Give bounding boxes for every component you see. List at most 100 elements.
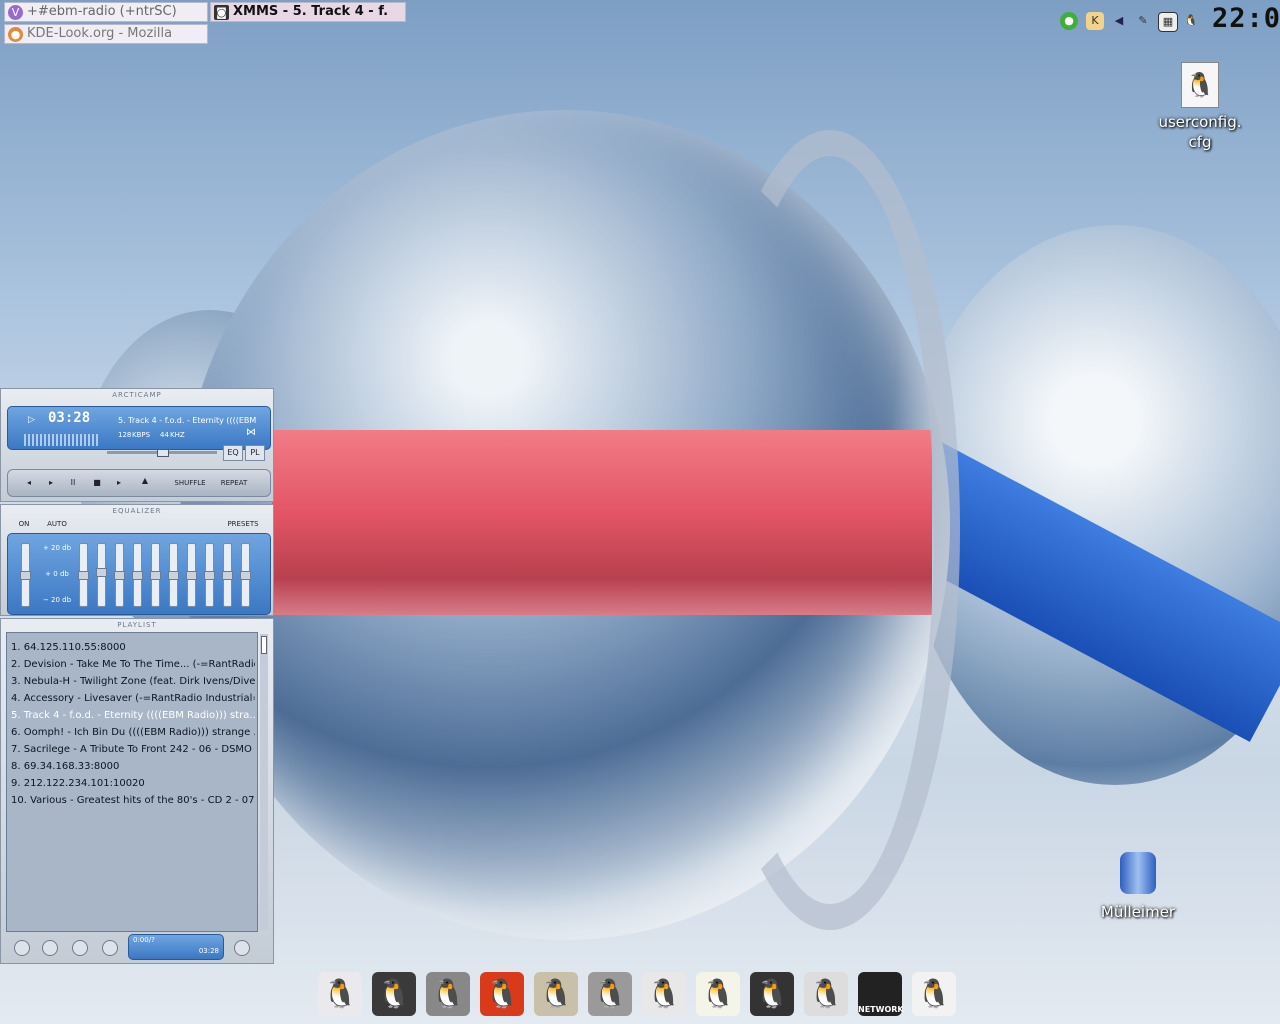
playlist-title[interactable]: PLAYLIST	[1, 619, 273, 631]
playlist-item[interactable]: 6. Oomph! - Ich Bin Du ((((EBM Radio))) …	[7, 724, 255, 741]
eq-band-slider[interactable]	[240, 543, 251, 607]
playlist-item[interactable]: 7. Sacrilege - A Tribute To Front 242 - …	[7, 741, 255, 758]
eq-band-slider[interactable]	[204, 543, 215, 607]
tux-icon[interactable]: 🐧	[1182, 12, 1200, 30]
tux-movie-icon[interactable]: 🐧	[750, 972, 794, 1016]
playlist-item[interactable]: 9. 212.122.234.101:10020	[7, 775, 255, 792]
select-button[interactable]	[72, 940, 88, 956]
file-tux-icon: 🐧	[1181, 62, 1219, 108]
playlist-mini-time: 03:28	[198, 947, 219, 955]
eq-toggle-button[interactable]: EQ	[223, 445, 243, 461]
slider-knob[interactable]	[168, 571, 179, 580]
tux-news-icon[interactable]: 🐧	[696, 972, 740, 1016]
misc-button[interactable]	[102, 940, 118, 956]
eq-band-slider[interactable]	[78, 543, 89, 607]
slider-knob[interactable]	[222, 571, 233, 580]
control-bar: ◂ ▸ II ■ ▸ ▲ SHUFFLE REPEAT	[7, 469, 271, 497]
add-button[interactable]	[14, 940, 30, 956]
slider-knob[interactable]	[150, 571, 161, 580]
seek-knob[interactable]	[157, 449, 169, 457]
pager-icon[interactable]: ▦	[1158, 12, 1178, 32]
playlist-item[interactable]: 10. Various - Greatest hits of the 80's …	[7, 792, 255, 809]
connection-icon[interactable]: ✎	[1134, 12, 1152, 30]
volume-icon[interactable]: ◀	[1110, 12, 1128, 30]
xmms-main-window[interactable]: ARCTICAMP ▷ 03:28 5. Track 4 - f.o.d. - …	[0, 388, 274, 502]
tux-download-icon[interactable]: 🐧	[804, 972, 848, 1016]
playlist-item[interactable]: 3. Nebula-H - Twilight Zone (feat. Dirk …	[7, 673, 255, 690]
eq-band-slider[interactable]	[132, 543, 143, 607]
playlist-item[interactable]: 5. Track 4 - f.o.d. - Eternity ((((EBM R…	[7, 707, 255, 724]
song-title: 5. Track 4 - f.o.d. - Eternity ((((EBM	[118, 416, 257, 425]
skin-title[interactable]: ARCTICAMP	[1, 389, 273, 401]
playlist-counter: 0:00/?	[133, 936, 155, 944]
slider-knob[interactable]	[20, 571, 31, 580]
playlist-item[interactable]: 2. Devision - Take Me To The Time... (-=…	[7, 656, 255, 673]
list-options-button[interactable]	[234, 940, 250, 956]
tux-terminal-icon[interactable]: 🐧	[372, 972, 416, 1016]
tux-mail-icon[interactable]: 🐧	[534, 972, 578, 1016]
tux-apple-icon[interactable]: 🐧	[318, 972, 362, 1016]
playlist-scroll-thumb[interactable]	[261, 636, 267, 654]
playlist-footer: 0:00/? 03:28	[10, 934, 268, 962]
stop-button[interactable]: ■	[90, 476, 104, 490]
playlist-item[interactable]: 4. Accessory - Livesaver (-=RantRadio In…	[7, 690, 255, 707]
eq-band-slider[interactable]	[96, 543, 107, 607]
slider-knob[interactable]	[186, 571, 197, 580]
network-label: NETWORK	[858, 1005, 904, 1014]
slider-knob[interactable]	[78, 571, 89, 580]
tux-fire-icon[interactable]: 🐧	[480, 972, 524, 1016]
eq-title[interactable]: EQUALIZER	[1, 505, 273, 517]
seek-bar[interactable]	[107, 449, 217, 457]
play-state-icon: ▷	[28, 415, 35, 425]
shuffle-button[interactable]: SHUFFLE	[168, 476, 212, 490]
eq-band-slider[interactable]	[222, 543, 233, 607]
tux-plain-icon[interactable]: 🐧	[912, 972, 956, 1016]
playlist-item[interactable]: 1. 64.125.110.55:8000	[7, 639, 255, 656]
eq-band-slider[interactable]	[168, 543, 179, 607]
task-xmms[interactable]: ◙ XMMS - 5. Track 4 - f.	[210, 2, 406, 22]
eq-band-slider[interactable]	[114, 543, 125, 607]
tux-monitor-icon[interactable]: 🐧	[426, 972, 470, 1016]
task-mozilla[interactable]: ● KDE-Look.org - Mozilla	[4, 24, 208, 44]
slider-knob[interactable]	[204, 571, 215, 580]
tux-messenger-icon[interactable]: 🐧	[588, 972, 632, 1016]
slider-knob[interactable]	[132, 571, 143, 580]
previous-button[interactable]: ◂	[22, 476, 36, 490]
remove-button[interactable]	[42, 940, 58, 956]
eq-minus-label: − 20 db	[42, 596, 72, 604]
next-button[interactable]: ▸	[112, 476, 126, 490]
play-button[interactable]: ▸	[44, 476, 58, 490]
eq-presets-button[interactable]: PRESETS	[223, 517, 263, 531]
eject-button[interactable]: ▲	[138, 474, 152, 488]
clock[interactable]: 22:01	[1212, 3, 1280, 34]
task-label: +#ebm-radio (+ntrSC)	[27, 4, 177, 19]
xmms-equalizer-window[interactable]: EQUALIZER ON AUTO PRESETS + 20 db + 0 db…	[0, 504, 274, 616]
xmms-icon: ◙	[214, 5, 229, 20]
eq-on-button[interactable]: ON	[13, 517, 35, 531]
klipper-icon[interactable]: K	[1086, 12, 1104, 30]
network-icon[interactable]: NETWORK	[858, 972, 904, 1016]
pl-toggle-button[interactable]: PL	[245, 445, 265, 461]
network-status-icon[interactable]: ●	[1060, 12, 1078, 30]
task-irc[interactable]: V +#ebm-radio (+ntrSC)	[4, 2, 208, 22]
visualizer	[24, 434, 100, 446]
slider-knob[interactable]	[114, 571, 125, 580]
desktop-icon-userconfig[interactable]: 🐧 userconfig. cfg	[1150, 62, 1250, 152]
slider-knob[interactable]	[240, 571, 251, 580]
slider-knob[interactable]	[96, 568, 107, 578]
eq-preamp-slider[interactable]	[20, 543, 31, 607]
repeat-button[interactable]: REPEAT	[214, 476, 254, 490]
eq-auto-button[interactable]: AUTO	[45, 517, 69, 531]
playlist-item[interactable]: 8. 69.34.168.33:8000	[7, 758, 255, 775]
tux-aim-icon[interactable]: 🐧	[642, 972, 686, 1016]
mozilla-icon: ●	[8, 27, 23, 42]
pause-button[interactable]: II	[66, 476, 80, 490]
desktop-icon-trash[interactable]: Mülleimer	[1088, 852, 1188, 922]
task-label: KDE-Look.org - Mozilla	[27, 26, 173, 41]
playlist-list[interactable]: 1. 64.125.110.55:8000 2. Devision - Take …	[6, 632, 258, 932]
eq-band-slider[interactable]	[186, 543, 197, 607]
time-display: 03:28	[48, 410, 91, 426]
playlist-scrollbar[interactable]	[260, 634, 268, 930]
eq-band-slider[interactable]	[150, 543, 161, 607]
samplerate: 44	[160, 431, 169, 439]
